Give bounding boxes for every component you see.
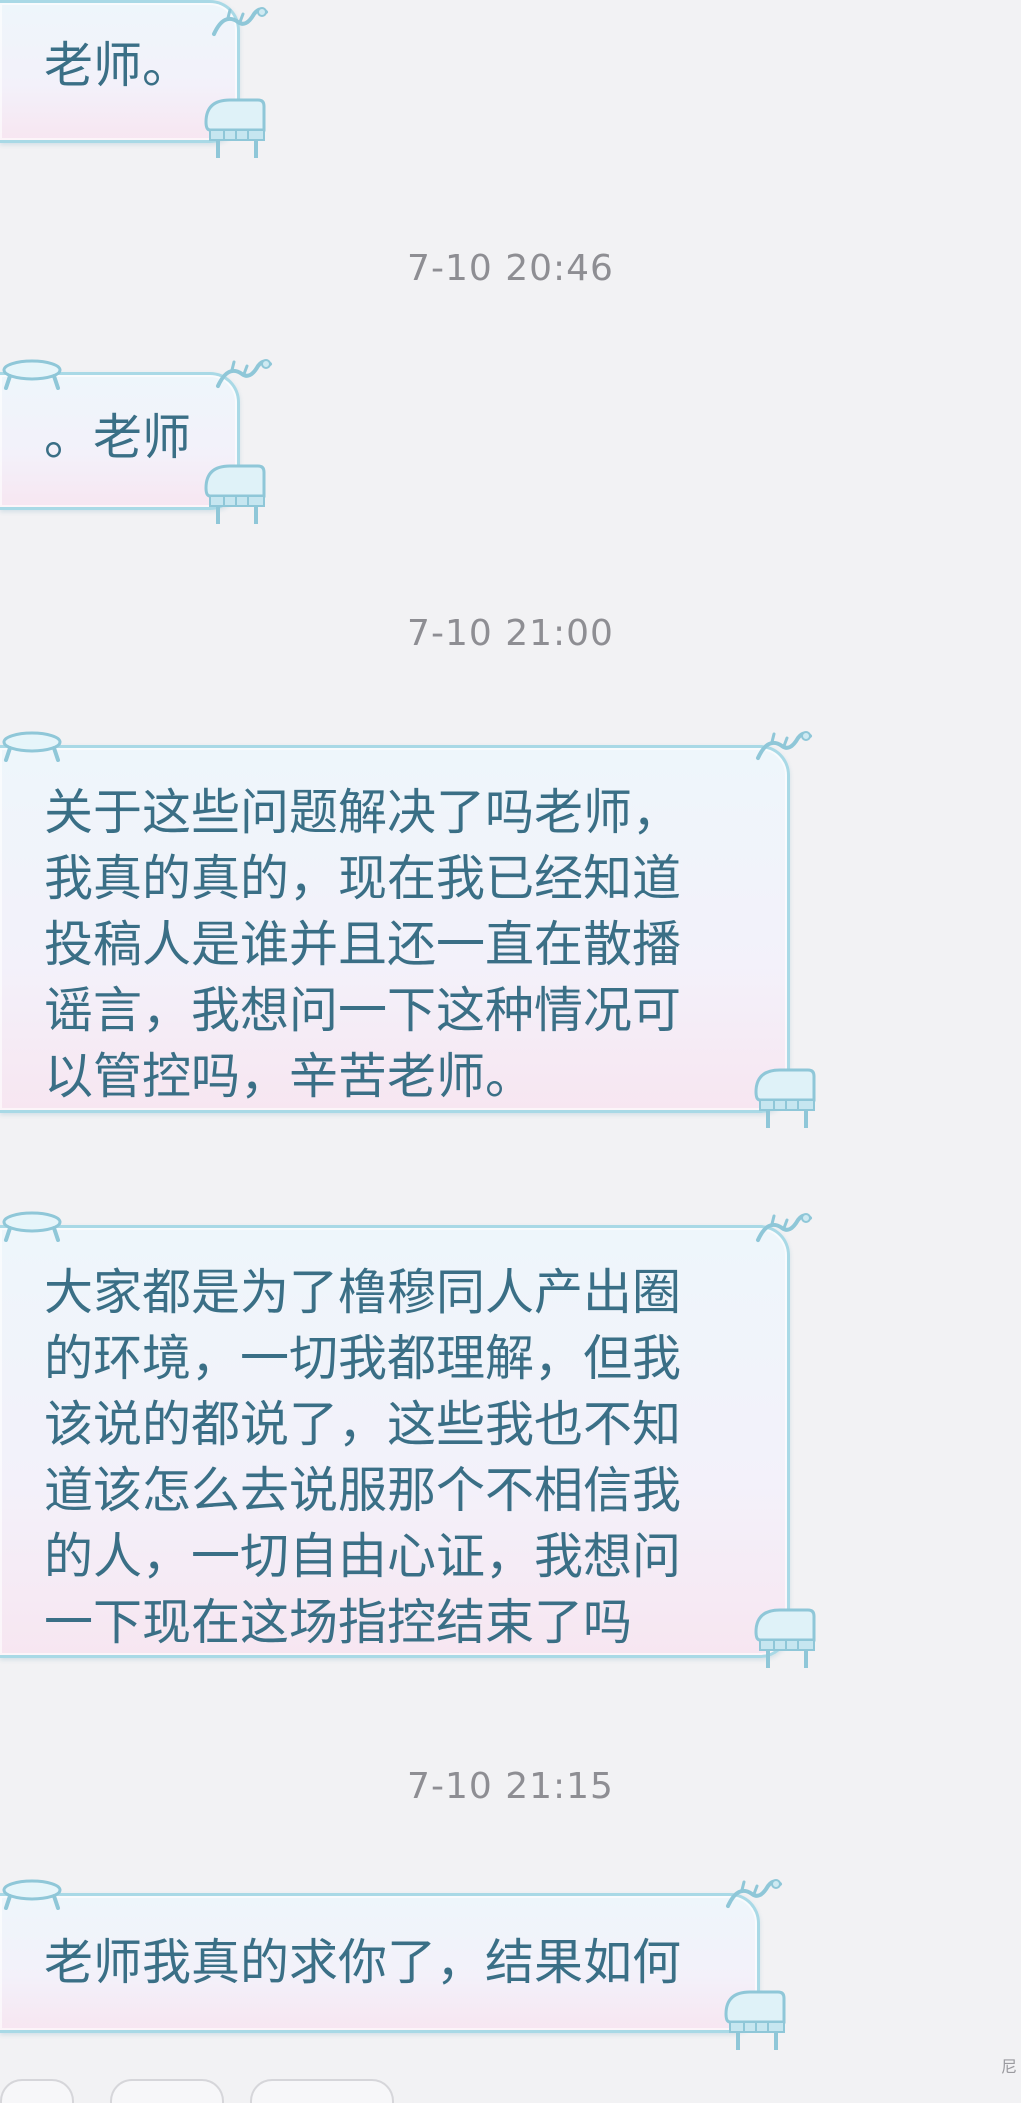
piano-icon	[750, 1602, 820, 1672]
message-text: 老师。	[44, 37, 192, 94]
lounge-chair-icon	[0, 356, 64, 390]
piano-icon	[200, 458, 270, 528]
message-text: 大家都是为了橹穆同人产出圈 的环境，一切我都理解，但我 该说的都说了，这些我也不…	[44, 1264, 682, 1651]
lounge-chair-icon	[0, 728, 64, 762]
piano-icon	[200, 92, 270, 162]
timestamp: 7-10 21:00	[407, 613, 614, 654]
piano-icon	[750, 1062, 820, 1132]
dragon-icon	[754, 1210, 814, 1250]
dragon-icon	[724, 1876, 784, 1916]
lounge-chair-icon	[0, 1876, 64, 1910]
timestamp: 7-10 21:15	[407, 1766, 614, 1807]
dragon-icon	[214, 356, 274, 396]
lounge-chair-icon	[0, 1208, 64, 1242]
message-text: 老师我真的求你了，结果如何	[44, 1934, 682, 1991]
timestamp: 7-10 20:46	[407, 248, 614, 289]
input-bar-button[interactable]	[250, 2079, 394, 2103]
input-bar-button[interactable]	[0, 2079, 74, 2103]
dragon-icon	[210, 4, 270, 44]
piano-icon	[720, 1984, 790, 2054]
corner-glyph: 尼	[1000, 2057, 1017, 2076]
message-bubble[interactable]: 老师我真的求你了，结果如何	[0, 1893, 760, 2033]
message-text: 。老师	[44, 409, 192, 466]
message-text: 关于这些问题解决了吗老师， 我真的真的，现在我已经知道 投稿人是谁并且还一直在散…	[44, 784, 682, 1105]
dragon-icon	[754, 728, 814, 768]
message-bubble[interactable]: 大家都是为了橹穆同人产出圈 的环境，一切我都理解，但我 该说的都说了，这些我也不…	[0, 1225, 790, 1658]
input-bar-button[interactable]	[110, 2079, 224, 2103]
message-bubble[interactable]: 关于这些问题解决了吗老师， 我真的真的，现在我已经知道 投稿人是谁并且还一直在散…	[0, 745, 790, 1113]
